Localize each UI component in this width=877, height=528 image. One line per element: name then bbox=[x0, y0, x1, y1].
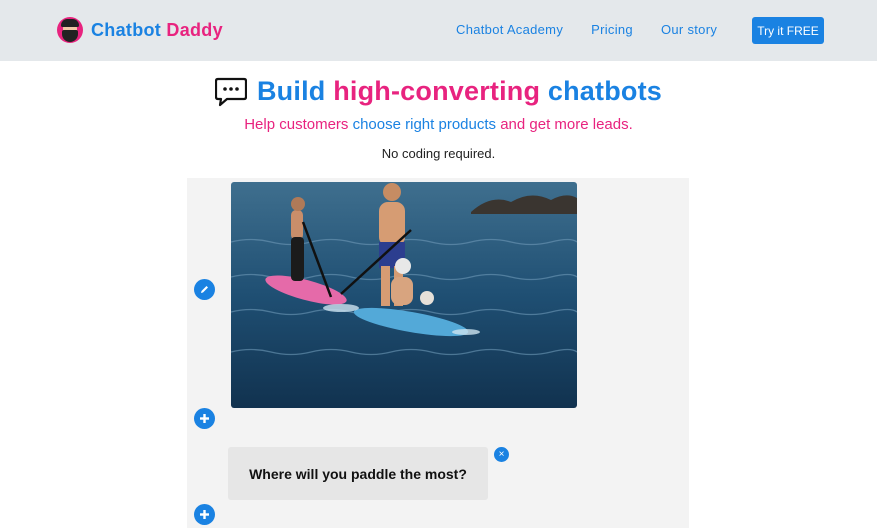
remove-question-button[interactable]: × bbox=[494, 447, 509, 462]
chat-question-bubble[interactable]: Where will you paddle the most? bbox=[228, 447, 488, 500]
subtitle-part1: Help customers bbox=[244, 116, 349, 133]
subtitle-part2: choose right products bbox=[352, 116, 497, 133]
nav-link-chatbot-academy[interactable]: Chatbot Academy bbox=[456, 22, 563, 37]
chat-bubble-icon bbox=[214, 77, 247, 106]
plus-icon bbox=[200, 414, 209, 423]
subtitle-part3: and get more leads. bbox=[500, 116, 633, 133]
bearded-man-logo-icon bbox=[57, 17, 83, 43]
add-block-button-bottom[interactable] bbox=[194, 504, 215, 525]
brand-name: Chatbot Daddy bbox=[91, 20, 223, 41]
tagline: No coding required. bbox=[381, 146, 496, 161]
add-block-button[interactable] bbox=[194, 408, 215, 429]
page-subtitle: Help customers choose right products and… bbox=[0, 116, 877, 133]
paddleboard-photo[interactable] bbox=[231, 182, 577, 408]
nav-links: Chatbot Academy Pricing Our story bbox=[456, 22, 745, 37]
title-part2: high-converting bbox=[333, 76, 541, 106]
brand-name-part2: Daddy bbox=[166, 19, 223, 40]
nav-link-our-story[interactable]: Our story bbox=[661, 22, 717, 37]
brand-name-part1: Chatbot bbox=[91, 19, 162, 40]
edit-block-button[interactable] bbox=[194, 279, 215, 300]
page-title: Build high-converting chatbots bbox=[0, 76, 877, 107]
title-part1: Build bbox=[256, 76, 326, 106]
title-part3: chatbots bbox=[547, 76, 662, 106]
brand-logo-link[interactable]: Chatbot Daddy bbox=[57, 17, 223, 43]
plus-icon bbox=[200, 510, 209, 519]
top-navbar: Chatbot Daddy Chatbot Academy Pricing Ou… bbox=[0, 0, 877, 61]
try-it-free-button[interactable]: Try it FREE bbox=[752, 17, 824, 44]
pencil-icon bbox=[201, 286, 208, 293]
nav-link-pricing[interactable]: Pricing bbox=[591, 22, 633, 37]
